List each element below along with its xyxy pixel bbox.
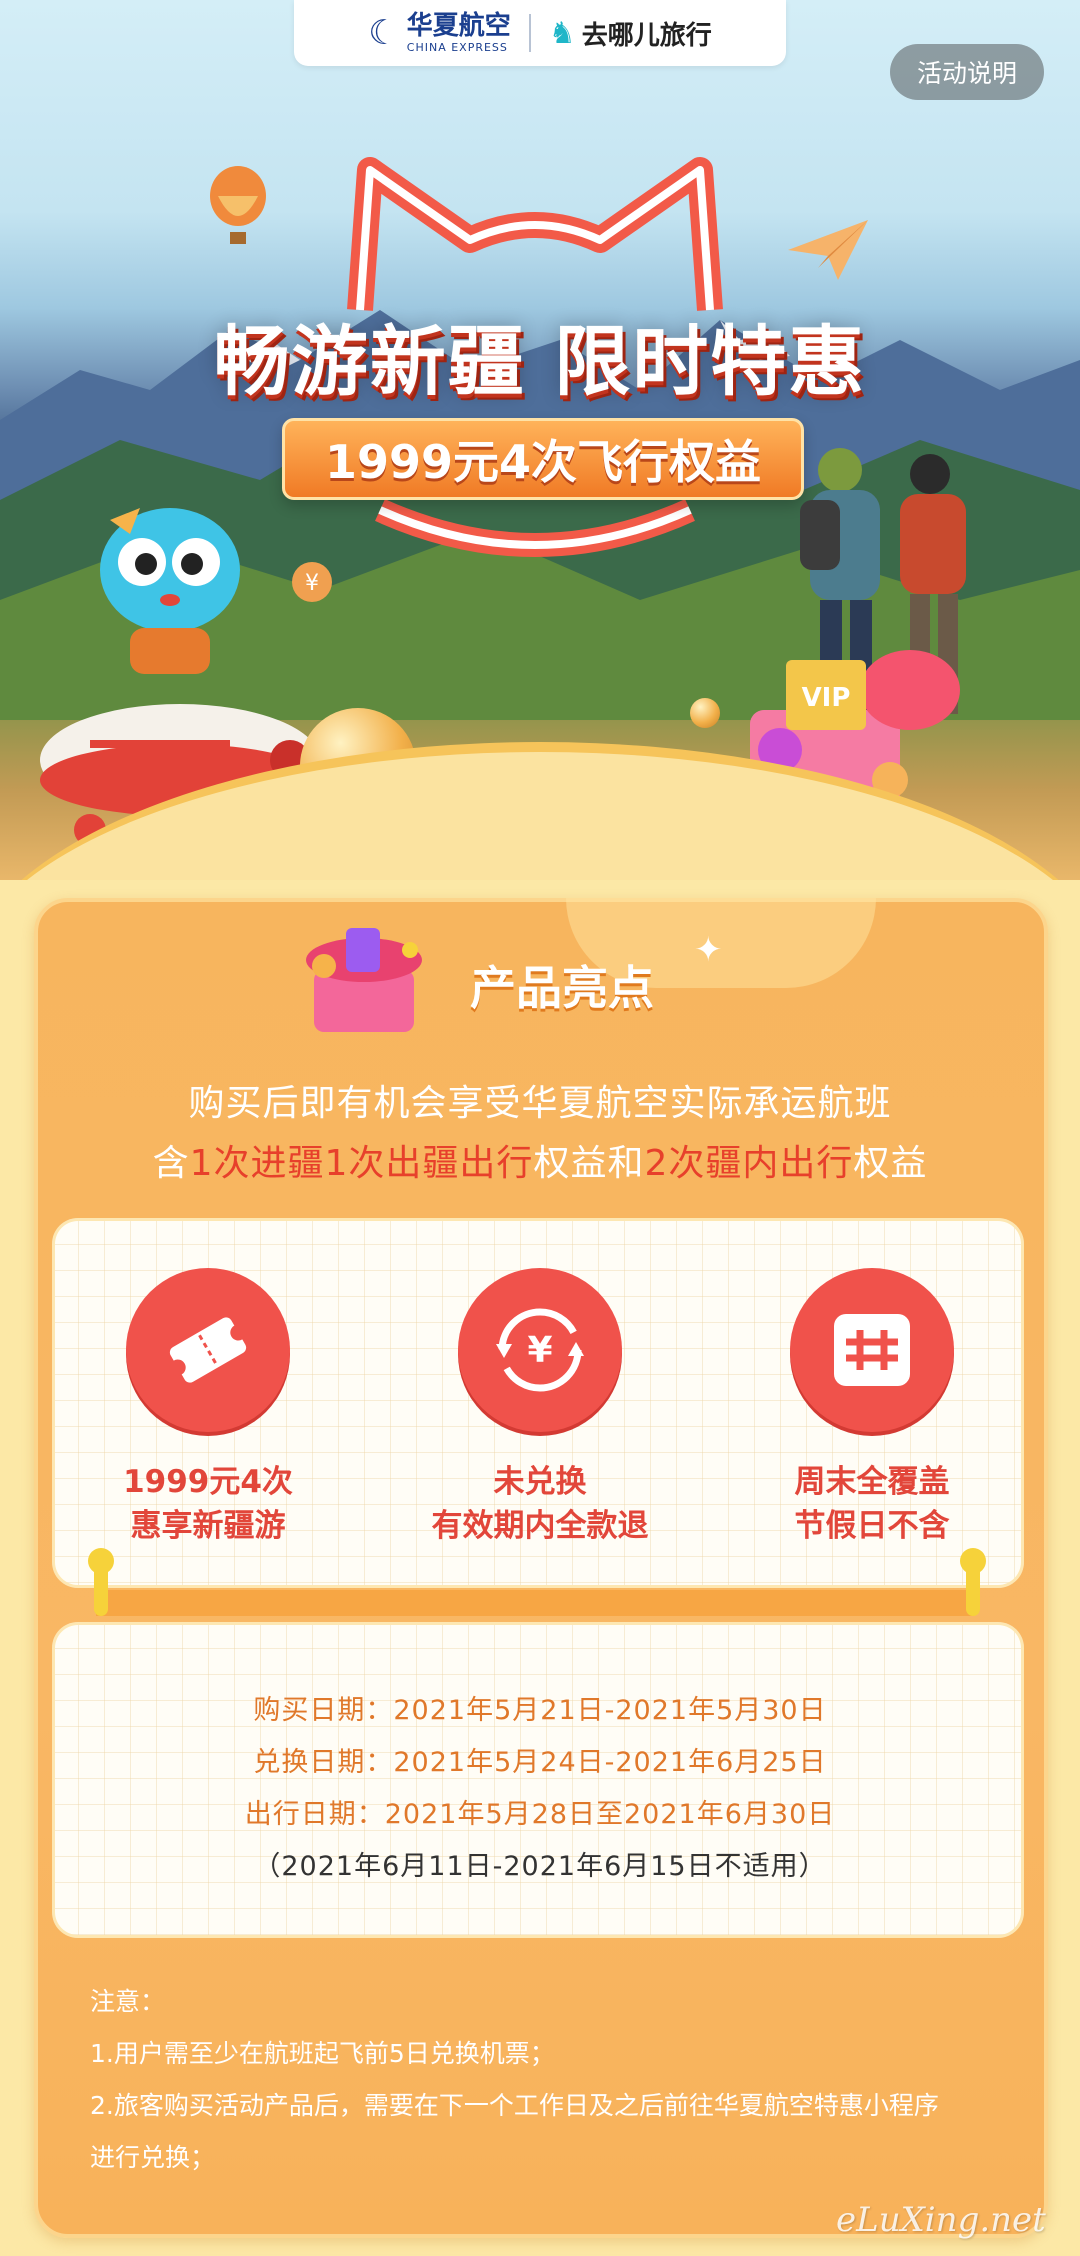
benefit-line-1: 1999元4次 <box>123 1464 293 1500</box>
purchase-date: 购买日期：2021年5月21日-2021年5月30日 <box>253 1695 827 1726</box>
intro-text: 权益和 <box>533 1143 645 1184</box>
panel-connector-bar <box>96 1590 974 1616</box>
activity-rules-button[interactable]: 活动说明 <box>890 44 1044 100</box>
excluded-dates: （2021年6月11日-2021年6月15日不适用） <box>253 1851 827 1882</box>
connector-knob <box>960 1548 986 1574</box>
partner-logo-bar: ☾ 华夏航空 CHINA EXPRESS ♞ 去哪儿旅行 <box>294 0 786 66</box>
china-express-wing-icon: ☾ <box>368 13 399 53</box>
intro-highlight: 2次疆内出行 <box>644 1143 854 1184</box>
vip-label: VIP <box>802 683 851 713</box>
watermark: eLuXing.net <box>836 2200 1046 2240</box>
hot-air-balloon-icon <box>210 166 266 244</box>
benefit-item: ¥ 未兑换 有效期内全款退 <box>390 1268 690 1548</box>
intro-text: 权益 <box>853 1143 928 1184</box>
connector-knob <box>88 1548 114 1574</box>
travel-date: 出行日期：2021年5月28日至2021年6月30日 <box>244 1799 836 1830</box>
note-item: 1.用户需至少在航班起飞前5日兑换机票； <box>90 2039 555 2068</box>
intro-line-2: 含1次进疆1次出疆出行权益和2次疆内出行权益 <box>0 1134 1080 1186</box>
gold-ball-decoration <box>690 698 720 728</box>
benefit-line-1: 未兑换 <box>493 1464 587 1500</box>
qunar-logo: ♞ 去哪儿旅行 <box>549 15 712 52</box>
camel-icon: ♞ <box>548 15 576 51</box>
intro-text: 含 <box>152 1143 190 1184</box>
benefit-item: 1999元4次 惠享新疆游 <box>58 1268 358 1548</box>
section-title: 产品亮点 <box>470 961 654 1015</box>
note-item: 进行兑换； <box>90 2143 216 2172</box>
dates-panel <box>52 1622 1024 1938</box>
svg-text:¥: ¥ <box>527 1330 552 1371</box>
yuan-coin-icon: ¥ <box>292 562 332 602</box>
gift-box-icon <box>306 928 422 1032</box>
mascot-character <box>100 508 240 674</box>
paper-plane-icon <box>788 220 868 280</box>
calendar-icon <box>790 1268 954 1432</box>
intro-highlight: 1次进疆1次出疆出行 <box>189 1143 534 1184</box>
note-item: 2.旅客购买活动产品后，需要在下一个工作日及之后前往华夏航空特惠小程序 <box>90 2091 939 2120</box>
hero-banner: 畅游新疆 限时特惠 1999元4次飞行权益 ¥ VIP <box>0 0 1080 880</box>
benefit-line-2: 惠享新疆游 <box>130 1508 286 1544</box>
svg-text:¥: ¥ <box>305 571 319 596</box>
notes-title: 注意： <box>90 1987 166 2016</box>
hero-offer-pill: 1999元4次飞行权益 <box>282 418 804 500</box>
sparkle-icon: ✦ <box>694 930 723 970</box>
china-express-english-name: CHINA EXPRESS <box>406 41 508 54</box>
ticket-icon <box>126 1268 290 1432</box>
china-express-name: 华夏航空 <box>406 11 511 41</box>
logo-divider <box>528 14 531 52</box>
china-express-logo: ☾ 华夏航空 CHINA EXPRESS <box>368 13 511 53</box>
benefit-line-2: 节假日不含 <box>794 1508 950 1544</box>
benefit-line-1: 周末全覆盖 <box>794 1464 950 1500</box>
benefit-line-2: 有效期内全款退 <box>431 1508 649 1544</box>
hero-title: 畅游新疆 限时特惠 <box>213 317 867 406</box>
intro-line-1: 购买后即有机会享受华夏航空实际承运航班 <box>188 1083 892 1124</box>
qunar-name: 去哪儿旅行 <box>581 20 712 51</box>
exchange-date: 兑换日期：2021年5月24日-2021年6月25日 <box>253 1747 827 1778</box>
yuan-refund-icon: ¥ <box>458 1268 622 1432</box>
benefit-item: 周末全覆盖 节假日不含 <box>722 1268 1022 1548</box>
